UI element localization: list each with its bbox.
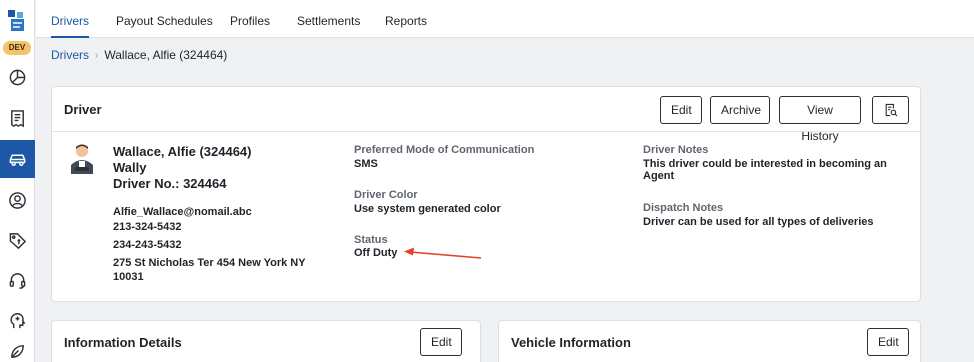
rail-item-analytics[interactable] <box>0 58 35 96</box>
document-search-icon <box>885 103 897 117</box>
driver-card: Driver Edit Archive View History Wallace… <box>51 86 921 302</box>
app-logo-icon[interactable] <box>6 8 28 34</box>
headset-icon <box>9 272 26 289</box>
dispatch-notes-label: Dispatch Notes <box>643 202 724 214</box>
tab-settlements[interactable]: Settlements <box>297 0 360 38</box>
pie-chart-icon <box>9 69 26 85</box>
price-tag-icon <box>9 232 27 249</box>
view-history-button[interactable]: View History <box>779 96 861 143</box>
tab-profiles[interactable]: Profiles <box>230 0 270 38</box>
driver-number: Driver No.: 324464 <box>113 176 227 191</box>
tab-drivers[interactable]: Drivers <box>51 0 89 38</box>
communication-value: SMS <box>354 158 378 170</box>
breadcrumb-current: Wallace, Alfie (324464) <box>104 48 228 62</box>
rail-item-drivers[interactable] <box>0 140 35 178</box>
dispatch-notes-value: Driver can be used for all types of deli… <box>643 216 874 228</box>
car-icon <box>9 154 26 166</box>
information-details-title: Information Details <box>64 335 182 350</box>
card-divider <box>52 131 920 132</box>
communication-label: Preferred Mode of Communication <box>354 144 535 156</box>
rail-item-more[interactable] <box>0 342 35 362</box>
driver-avatar <box>71 144 93 174</box>
chevron-right-icon: › <box>95 49 99 61</box>
breadcrumb: Drivers › Wallace, Alfie (324464) <box>51 48 227 62</box>
driver-color-value: Use system generated color <box>354 203 501 215</box>
driver-address-line2: 10031 <box>113 271 144 283</box>
left-nav-rail: DEV <box>0 0 35 362</box>
rail-item-customers[interactable] <box>0 181 35 219</box>
receipt-icon <box>11 109 24 127</box>
brain-head-icon <box>10 312 26 328</box>
rail-item-support[interactable] <box>0 261 35 299</box>
user-circle-icon <box>9 191 26 209</box>
vehicle-information-title: Vehicle Information <box>511 335 631 350</box>
breadcrumb-drivers-link[interactable]: Drivers <box>51 48 89 62</box>
archive-driver-button[interactable]: Archive <box>710 96 770 124</box>
rail-item-orders[interactable] <box>0 99 35 137</box>
driver-phone-primary: 213-324-5432 <box>113 221 182 233</box>
status-value: Off Duty <box>354 247 398 259</box>
vehicle-information-card: Vehicle Information Edit <box>498 320 921 362</box>
status-label: Status <box>354 234 388 246</box>
driver-name: Wallace, Alfie (324464) <box>113 144 252 159</box>
driver-notes-value: This driver could be interested in becom… <box>643 158 887 182</box>
edit-driver-button[interactable]: Edit <box>660 96 702 124</box>
driver-color-label: Driver Color <box>354 189 418 201</box>
driver-nickname: Wally <box>113 160 147 175</box>
annotation-arrow-icon <box>404 247 482 259</box>
document-search-button[interactable] <box>872 96 909 124</box>
information-details-card: Information Details Edit <box>51 320 481 362</box>
tab-payout-schedules[interactable]: Payout Schedules <box>116 0 213 38</box>
tab-reports[interactable]: Reports <box>385 0 427 38</box>
driver-address-line1: 275 St Nicholas Ter 454 New York NY <box>113 257 306 269</box>
leaf-icon <box>11 345 24 358</box>
driver-email: Alfie_Wallace@nomail.abc <box>113 206 252 218</box>
environment-badge: DEV <box>3 41 31 55</box>
edit-vehicle-button[interactable]: Edit <box>867 328 909 356</box>
top-tab-bar: Drivers Payout Schedules Profiles Settle… <box>36 0 974 38</box>
driver-phone-secondary: 234-243-5432 <box>113 239 182 251</box>
driver-card-title: Driver <box>64 102 102 117</box>
rail-item-insights[interactable] <box>0 301 35 339</box>
rail-item-pricing[interactable] <box>0 221 35 259</box>
driver-notes-label: Driver Notes <box>643 144 709 156</box>
edit-information-button[interactable]: Edit <box>420 328 462 356</box>
